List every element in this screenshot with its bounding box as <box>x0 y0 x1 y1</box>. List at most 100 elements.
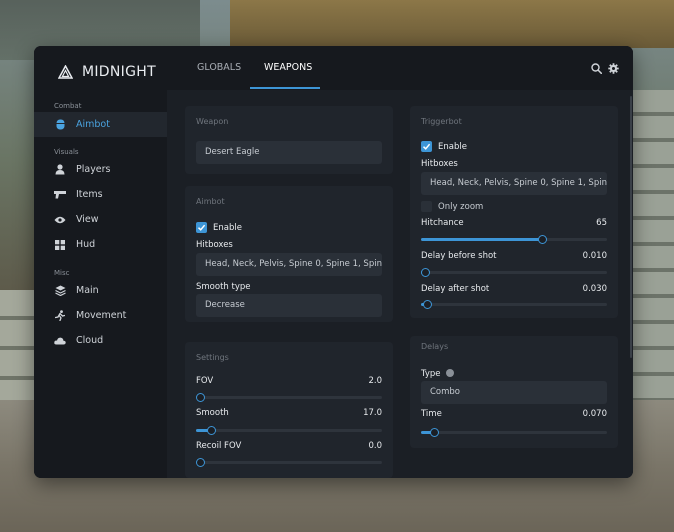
slider-knob[interactable] <box>207 426 216 435</box>
slider-fill <box>421 238 542 241</box>
hitchance-slider[interactable] <box>421 235 607 244</box>
recoil-fov-value: 0.0 <box>368 441 382 451</box>
sidebar-item-hud[interactable]: Hud <box>34 232 167 257</box>
delay-after-shot-slider[interactable] <box>421 300 607 309</box>
cloud-icon <box>54 335 66 347</box>
slider-knob[interactable] <box>423 300 432 309</box>
weapon-panel: Weapon Desert Eagle <box>185 106 393 174</box>
app-logo: MIDNIGHT <box>58 64 156 80</box>
top-tab-bar: GLOBALS WEAPONS <box>167 46 633 90</box>
triggerbot-hitboxes-select[interactable]: Head, Neck, Pelvis, Spine 0, Spine 1, Sp… <box>421 172 607 195</box>
sidebar-item-items[interactable]: Items <box>34 182 167 207</box>
triggerbot-enable-checkbox[interactable] <box>421 141 432 152</box>
sidebar-item-players[interactable]: Players <box>34 157 167 182</box>
delay-time-slider[interactable] <box>421 428 607 437</box>
section-title-visuals: Visuals <box>54 148 79 156</box>
delays-panel: Delays Type Combo Time 0.070 <box>410 336 618 448</box>
panel-title: Weapon <box>196 117 229 126</box>
fov-label: FOV <box>196 376 214 386</box>
panel-title: Settings <box>196 353 229 362</box>
background-stone-wall <box>632 90 674 400</box>
recoil-fov-slider[interactable] <box>196 458 382 467</box>
triggerbot-panel: Triggerbot Enable Hitboxes Head, Neck, P… <box>410 106 618 318</box>
delay-before-shot-label: Delay before shot <box>421 251 497 261</box>
slider-knob[interactable] <box>538 235 547 244</box>
aimbot-icon <box>54 119 66 131</box>
grid-icon <box>54 239 66 251</box>
delay-type-select[interactable]: Combo <box>421 381 607 404</box>
delay-type-label-text: Type <box>421 369 441 379</box>
sidebar-item-label: Cloud <box>76 335 104 346</box>
recoil-fov-label: Recoil FOV <box>196 441 242 451</box>
sidebar-item-aimbot[interactable]: Aimbot <box>34 112 167 137</box>
main-content: GLOBALS WEAPONS Weapon Desert Eagle Aimb… <box>167 46 633 478</box>
search-icon[interactable] <box>591 63 602 74</box>
delay-before-shot-value: 0.010 <box>582 251 607 261</box>
sidebar-item-cloud[interactable]: Cloud <box>34 328 167 353</box>
sidebar-item-label: Hud <box>76 239 96 250</box>
delay-after-shot-label: Delay after shot <box>421 284 490 294</box>
sidebar-item-movement[interactable]: Movement <box>34 303 167 328</box>
hitchance-label: Hitchance <box>421 218 464 228</box>
smooth-value: 17.0 <box>363 408 382 418</box>
section-title-misc: Misc <box>54 269 70 277</box>
tab-weapons[interactable]: WEAPONS <box>264 46 312 90</box>
background-stone-wall-left <box>0 290 34 410</box>
aimbot-hitboxes-select[interactable]: Head, Neck, Pelvis, Spine 0, Spine 1, Sp… <box>196 253 382 276</box>
sidebar-item-label: Aimbot <box>76 119 110 130</box>
sidebar-item-main[interactable]: Main <box>34 278 167 303</box>
only-zoom-label: Only zoom <box>438 202 484 212</box>
panel-title: Triggerbot <box>421 117 462 126</box>
aimbot-enable-checkbox[interactable] <box>196 222 207 233</box>
delay-time-label: Time <box>421 409 442 419</box>
sidebar-item-label: Items <box>76 189 103 200</box>
background-roof <box>230 0 674 48</box>
layers-icon <box>54 285 66 297</box>
triggerbot-hitboxes-label: Hitboxes <box>421 159 458 169</box>
checkmark-icon <box>422 143 431 150</box>
eye-icon <box>54 214 66 226</box>
smooth-slider[interactable] <box>196 426 382 435</box>
sidebar-item-view[interactable]: View <box>34 207 167 232</box>
active-tab-indicator <box>250 87 320 89</box>
delay-before-shot-slider[interactable] <box>421 268 607 277</box>
delay-after-shot-value: 0.030 <box>582 284 607 294</box>
tab-globals[interactable]: GLOBALS <box>197 46 241 90</box>
scrollbar[interactable] <box>630 96 632 358</box>
hitchance-value: 65 <box>596 218 607 228</box>
weapon-select[interactable]: Desert Eagle <box>196 141 382 164</box>
running-icon <box>54 310 66 322</box>
sidebar-item-label: Movement <box>76 310 127 321</box>
logo-icon <box>58 65 73 79</box>
delay-type-label: Type <box>421 369 455 379</box>
sidebar-item-label: Players <box>76 164 111 175</box>
sidebar: MIDNIGHT Combat Aimbot Visuals Players I… <box>34 46 167 478</box>
sidebar-item-label: Main <box>76 285 99 296</box>
sidebar-item-label: View <box>76 214 99 225</box>
cheat-menu-window: MIDNIGHT Combat Aimbot Visuals Players I… <box>34 46 633 478</box>
slider-knob[interactable] <box>196 393 205 402</box>
gun-icon <box>54 189 66 201</box>
fov-slider[interactable] <box>196 393 382 402</box>
settings-panel: Settings FOV 2.0 Smooth 17.0 Recoil FOV … <box>185 342 393 478</box>
panel-title: Aimbot <box>196 197 225 206</box>
smooth-label: Smooth <box>196 408 229 418</box>
checkmark-icon <box>197 224 206 231</box>
slider-knob[interactable] <box>421 268 430 277</box>
aimbot-hitboxes-label: Hitboxes <box>196 240 233 250</box>
triggerbot-enable-label: Enable <box>438 142 467 152</box>
app-title: MIDNIGHT <box>82 64 156 80</box>
slider-knob[interactable] <box>430 428 439 437</box>
info-icon[interactable] <box>446 369 455 377</box>
aimbot-panel: Aimbot Enable Hitboxes Head, Neck, Pelvi… <box>185 186 393 322</box>
delay-time-value: 0.070 <box>582 409 607 419</box>
only-zoom-checkbox[interactable] <box>421 201 432 212</box>
slider-knob[interactable] <box>196 458 205 467</box>
aimbot-enable-label: Enable <box>213 223 242 233</box>
smooth-type-select[interactable]: Decrease <box>196 294 382 317</box>
section-title-combat: Combat <box>54 102 82 110</box>
player-icon <box>54 164 66 176</box>
fov-value: 2.0 <box>368 376 382 386</box>
gear-icon[interactable] <box>608 63 619 74</box>
panel-title: Delays <box>421 342 449 351</box>
